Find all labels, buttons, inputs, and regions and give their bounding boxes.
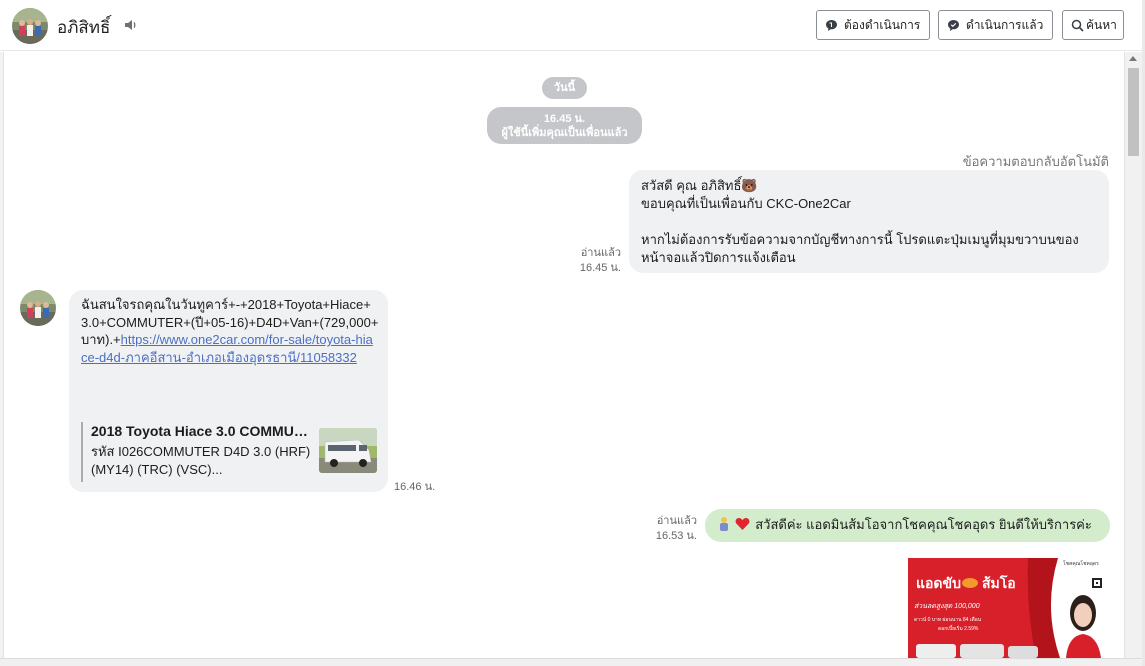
link-preview-card[interactable]: 2018 Toyota Hiace 3.0 COMMUTER รหัส I026… bbox=[81, 422, 377, 482]
promo-line-2: ดาวน์ 0 บาท ผ่อนนาน 84 เดือน bbox=[914, 616, 982, 623]
chat-window: อภิสิทธิ์ ต้องดำเนินการ ดำเนินการแล้ว ค้… bbox=[0, 0, 1145, 666]
date-separator: วันนี้ bbox=[542, 77, 587, 99]
promo-brand: โชคคุณโชคอุดร bbox=[1063, 560, 1099, 567]
system-event-time: 16.45 น. bbox=[543, 113, 586, 125]
message-line: ขอบคุณที่เป็นเพื่อนกับ CKC-One2Car bbox=[641, 196, 851, 211]
done-button[interactable]: ดำเนินการแล้ว bbox=[938, 10, 1053, 40]
speaker-icon[interactable] bbox=[123, 17, 139, 33]
sender-avatar[interactable] bbox=[20, 290, 56, 326]
todo-label: ต้องดำเนินการ bbox=[844, 17, 921, 32]
chat-check-icon bbox=[948, 19, 959, 31]
link-preview-description: รหัส I026COMMUTER D4D 3.0 (HRF) (MY14) (… bbox=[91, 444, 311, 477]
message-time: 16.46 น. bbox=[394, 481, 436, 493]
contact-avatar[interactable] bbox=[12, 8, 48, 44]
scrollbar[interactable] bbox=[1124, 52, 1142, 658]
message-time: 16.53 น. bbox=[655, 530, 697, 542]
scroll-thumb[interactable] bbox=[1128, 68, 1139, 156]
search-button[interactable]: ค้นหา bbox=[1062, 10, 1124, 40]
person-icon bbox=[717, 516, 731, 536]
message-meta: อ่านแล้ว 16.45 น. bbox=[561, 246, 621, 276]
message-text: ฉันสนใจรถคุณในวันทูคาร์+-+2018+Toyota+Hi… bbox=[81, 296, 379, 366]
todo-button[interactable]: ต้องดำเนินการ bbox=[816, 10, 930, 40]
chat-header: อภิสิทธิ์ ต้องดำเนินการ ดำเนินการแล้ว ค้… bbox=[0, 0, 1145, 51]
message-line: หากไม่ต้องการรับข้อความจากบัญชีทางการนี้… bbox=[641, 232, 1079, 247]
link-preview-thumbnail bbox=[319, 428, 377, 473]
chat-bubble-icon bbox=[826, 19, 837, 31]
link-preview-title: 2018 Toyota Hiace 3.0 COMMUTER bbox=[91, 423, 309, 439]
search-icon bbox=[1071, 19, 1084, 32]
outgoing-message[interactable]: สวัสดี คุณ อภิสิทธิ์🐻 ขอบคุณที่เป็นเพื่อ… bbox=[629, 170, 1109, 273]
incoming-message[interactable]: ฉันสนใจรถคุณในวันทูคาร์+-+2018+Toyota+Hi… bbox=[69, 290, 388, 492]
auto-reply-label: ข้อความตอบกลับอัตโนมัติ bbox=[962, 154, 1109, 169]
system-event-text: ผู้ใช้นี้เพิ่มคุณเป็นเพื่อนแล้ว bbox=[501, 127, 628, 139]
promo-image[interactable]: แอดขับ ส้มโอ ส่วนลดสูงสุด 100,000 ดาวน์ … bbox=[908, 558, 1108, 658]
input-area-edge bbox=[0, 658, 1145, 666]
scroll-up-arrow[interactable] bbox=[1129, 56, 1137, 61]
promo-headline: แอดขับ bbox=[916, 575, 961, 591]
system-event: 16.45 น. ผู้ใช้นี้เพิ่มคุณเป็นเพื่อนแล้ว bbox=[487, 107, 642, 144]
read-receipt: อ่านแล้ว bbox=[580, 247, 621, 259]
message-text: สวัสดีค่ะ แอดมินส้มโอจากโชคคุณโชคอุดร ยิ… bbox=[755, 517, 1092, 532]
read-receipt: อ่านแล้ว bbox=[656, 515, 697, 527]
message-meta: อ่านแล้ว 16.53 น. bbox=[637, 514, 697, 544]
outgoing-message[interactable]: สวัสดีค่ะ แอดมินส้มโอจากโชคคุณโชคอุดร ยิ… bbox=[705, 509, 1110, 542]
message-line: หน้าจอแล้วปิดการแจ้งเตือน bbox=[641, 250, 796, 265]
message-line: สวัสดี คุณ อภิสิทธิ์🐻 bbox=[641, 178, 758, 193]
message-line bbox=[641, 213, 1097, 231]
search-label: ค้นหา bbox=[1086, 17, 1117, 32]
message-time: 16.45 น. bbox=[579, 262, 621, 274]
message-link[interactable]: https://www.one2car.com/for-sale/toyota-… bbox=[81, 332, 373, 365]
promo-headline-2: ส้มโอ bbox=[982, 574, 1016, 591]
promo-line-1: ส่วนลดสูงสุด 100,000 bbox=[914, 602, 980, 610]
contact-name: อภิสิทธิ์ bbox=[57, 18, 111, 37]
heart-icon bbox=[735, 517, 750, 536]
done-label: ดำเนินการแล้ว bbox=[966, 17, 1044, 32]
